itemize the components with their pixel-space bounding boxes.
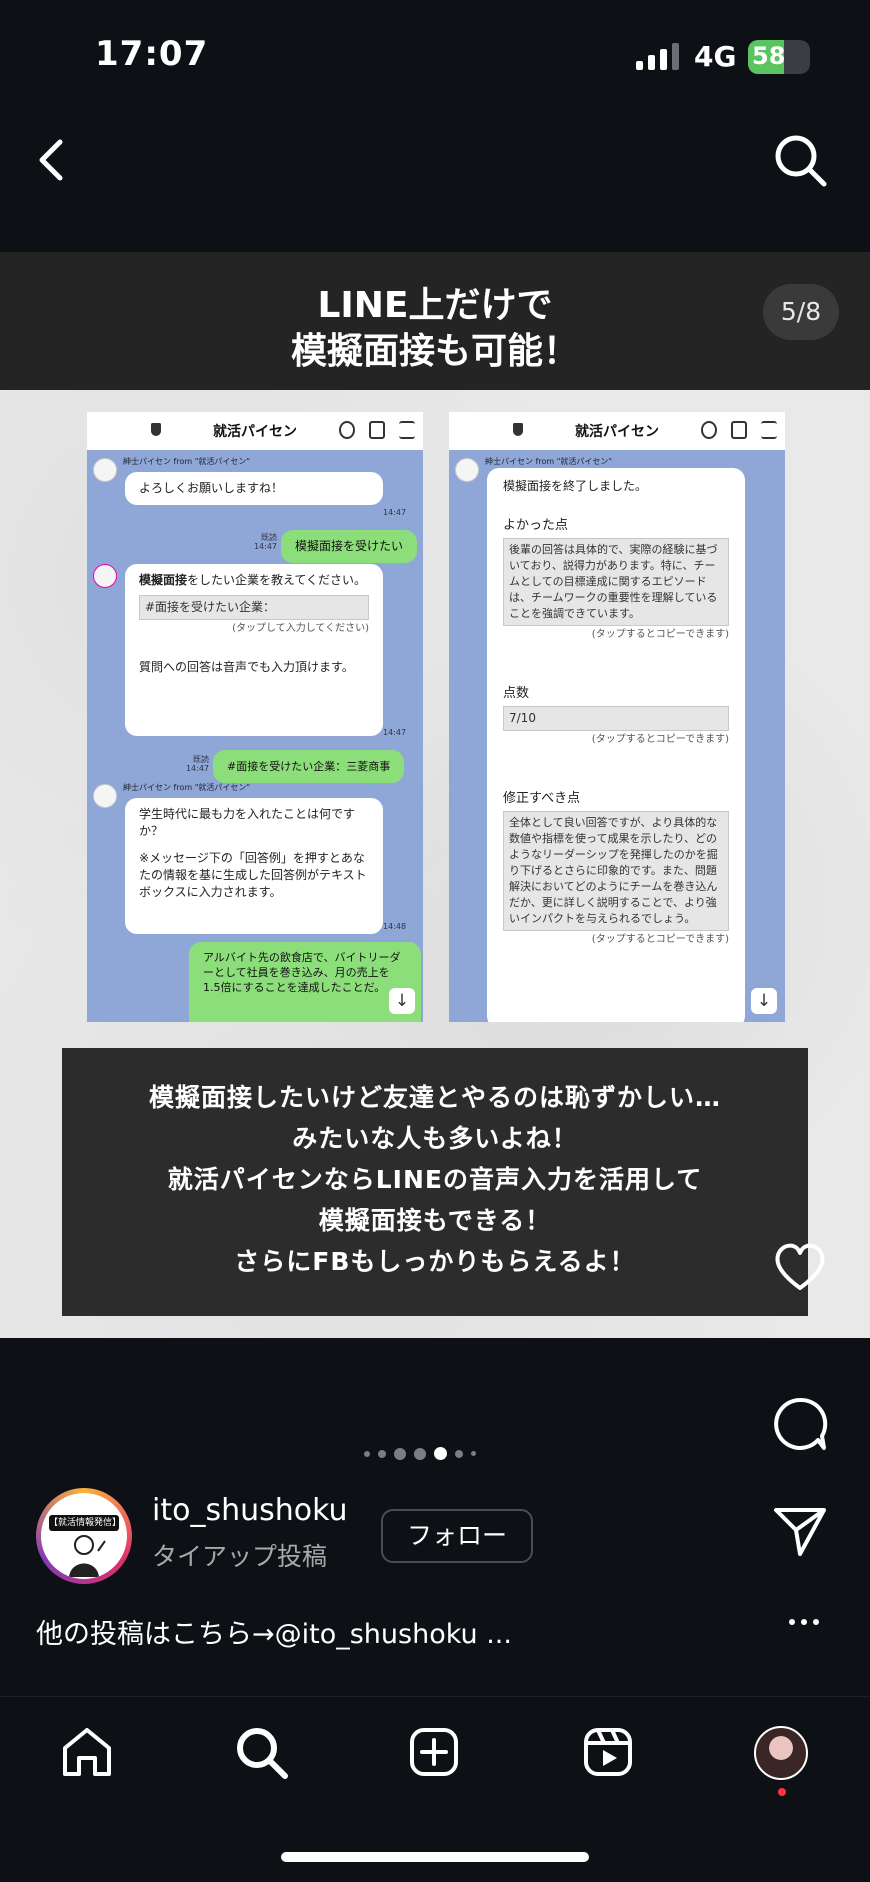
battery-icon: 58 <box>748 40 810 74</box>
user-message: 模擬面接を受けたい <box>281 530 418 563</box>
author-username[interactable]: ito_shushoku <box>152 1493 348 1528</box>
back-button[interactable] <box>30 130 80 190</box>
copy-note: (タップするとコピーできます) <box>591 934 729 945</box>
caption-line-2: みたいな人も多いよね！ <box>292 1124 578 1153</box>
slide-header: LINE上だけで 模擬面接も可能！ <box>0 252 870 390</box>
feedback-field: 全体として良い回答ですが、より具体的な数値や指標を使って成果を示したり、どのよう… <box>503 811 729 931</box>
sender-name: 紳士パイセン from "就活パイセン" <box>123 457 251 466</box>
slide-title-line-1: LINE上だけで <box>317 285 553 326</box>
message-bold: 模擬面接 <box>139 573 188 587</box>
like-button[interactable] <box>770 1236 830 1296</box>
message-time: 14:48 <box>383 922 407 931</box>
caption-line-1: 模擬面接したいけど友達とやるのは恥ずかしい… <box>148 1083 721 1112</box>
nav-search-button[interactable] <box>231 1722 291 1782</box>
nav-profile-avatar[interactable] <box>754 1726 808 1780</box>
section-label: よかった点 <box>503 518 569 533</box>
chat-screenshot-right: 就活パイセン 紳士パイセン from "就活パイセン" 模擬面接を終了しました。… <box>449 412 785 1022</box>
tap-note: (タップして入力してください) <box>232 623 369 634</box>
copy-note: (タップするとコピーできます) <box>591 734 729 745</box>
instagram-post-screen: 17:07 4G 58 LINE上だけで 模擬面接も可能！ 5/8 就活パイセン <box>0 0 870 1882</box>
comment-icon <box>774 1397 828 1450</box>
caption-line-5: さらにFBもしっかりもらえるよ！ <box>234 1247 636 1276</box>
nav-reels-button[interactable] <box>578 1722 638 1782</box>
slide-caption-box: 模擬面接したいけど友達とやるのは恥ずかしい… みたいな人も多いよね！ 就活パイセ… <box>62 1048 808 1316</box>
carousel-indicator <box>364 1447 476 1460</box>
feedback-field: 後輩の回答は具体的で、実際の経験に基づいており、説得力があります。特に、チームと… <box>503 538 729 626</box>
tieup-label: タイアップ投稿 <box>152 1542 328 1571</box>
message-text: 質問への回答は音声でも入力頂けます。 <box>139 660 354 674</box>
reels-icon <box>584 1728 632 1776</box>
line-chat-header: 就活パイセン <box>449 412 785 450</box>
signal-icon <box>636 42 679 70</box>
status-time: 17:07 <box>95 34 209 74</box>
menu-icon <box>761 421 777 439</box>
comment-button[interactable] <box>770 1394 830 1454</box>
chat-message: よろしくお願いしますね！ <box>125 472 383 505</box>
user-message: #面接を受けたい企業：三菱商事 <box>213 750 405 783</box>
nav-home-button[interactable] <box>57 1722 117 1782</box>
network-label: 4G <box>694 40 737 73</box>
input-template: #面接を受けたい企業： <box>139 595 369 620</box>
section-label: 点数 <box>503 686 530 701</box>
home-indicator <box>281 1852 589 1862</box>
feedback-message: 模擬面接を終了しました。 よかった点 後輩の回答は具体的で、実際の経験に基づいて… <box>487 468 745 1022</box>
caption-line-3: 就活パイセンならLINEの音声入力を活用して <box>167 1165 703 1194</box>
nav-new-post-button[interactable] <box>404 1722 464 1782</box>
page-counter: 5/8 <box>763 284 839 340</box>
more-options-button[interactable] <box>782 1600 826 1644</box>
chat-message: 学生時代に最も力を入れたことは何ですか？ ※メッセージ下の「回答例」を押すとあな… <box>125 798 383 934</box>
message-time: 14:47 <box>383 508 407 517</box>
message-time: 14:47 <box>185 764 209 773</box>
scroll-down-icon: ↓ <box>389 988 415 1014</box>
message-text: をしたい企業を教えてください。 <box>187 573 367 587</box>
bot-avatar <box>455 458 479 482</box>
nav-divider <box>0 1696 870 1697</box>
post-caption[interactable]: 他の投稿はこちら→@ito_shushoku ... <box>36 1612 512 1651</box>
notes-icon <box>369 421 385 439</box>
menu-icon <box>399 421 415 439</box>
message-time: 14:47 <box>253 542 277 551</box>
search-icon <box>339 421 355 439</box>
line-chat-header: 就活パイセン <box>87 412 423 450</box>
sender-name: 紳士パイセン from "就活パイセン" <box>123 783 251 792</box>
back-icon <box>39 139 63 181</box>
bot-avatar <box>93 784 117 808</box>
scroll-down-icon: ↓ <box>751 988 777 1014</box>
slide-title-line-2: 模擬面接も可能！ <box>290 331 579 372</box>
notification-dot <box>778 1788 786 1796</box>
post-slide[interactable]: LINE上だけで 模擬面接も可能！ 5/8 就活パイセン 紳士パイセン from… <box>0 252 870 1338</box>
score-field: 7/10 <box>503 706 729 731</box>
notes-icon <box>731 421 747 439</box>
battery-level: 58 <box>752 42 786 70</box>
new-post-icon <box>410 1728 458 1776</box>
chat-message: 模擬面接をしたい企業を教えてください。 #面接を受けたい企業： (タップして入力… <box>125 564 383 736</box>
search-button[interactable] <box>770 130 830 190</box>
bot-avatar <box>93 564 117 588</box>
share-icon <box>774 1508 826 1556</box>
question-note: ※メッセージ下の「回答例」を押すとあなたの情報を基に生成した回答例がテキストボッ… <box>139 851 367 899</box>
home-icon <box>63 1728 111 1776</box>
heart-icon <box>775 1243 825 1290</box>
search-icon <box>775 135 827 187</box>
copy-note: (タップするとコピーできます) <box>591 629 729 640</box>
search-icon <box>701 421 717 439</box>
section-label: 修正すべき点 <box>503 791 581 806</box>
message-time: 14:47 <box>383 728 407 737</box>
question-text: 学生時代に最も力を入れたことは何ですか？ <box>139 807 356 838</box>
message-text: 模擬面接を終了しました。 <box>503 479 648 493</box>
sender-name: 紳士パイセン from "就活パイセン" <box>485 457 613 466</box>
chat-screenshot-left: 就活パイセン 紳士パイセン from "就活パイセン" よろしくお願いしますね！… <box>87 412 423 1022</box>
more-icon <box>789 1619 795 1625</box>
bot-avatar <box>93 458 117 482</box>
follow-button[interactable]: フォロー <box>381 1509 533 1563</box>
user-message: アルバイト先の飲食店で、バイトリーダーとして社員を巻き込み、月の売上を1.5倍に… <box>189 942 421 1022</box>
share-button[interactable] <box>770 1500 830 1560</box>
caption-line-4: 模擬面接もできる！ <box>318 1206 552 1235</box>
author-avatar[interactable]: 【就活情報発信】 <box>36 1488 132 1584</box>
search-icon <box>237 1728 288 1779</box>
